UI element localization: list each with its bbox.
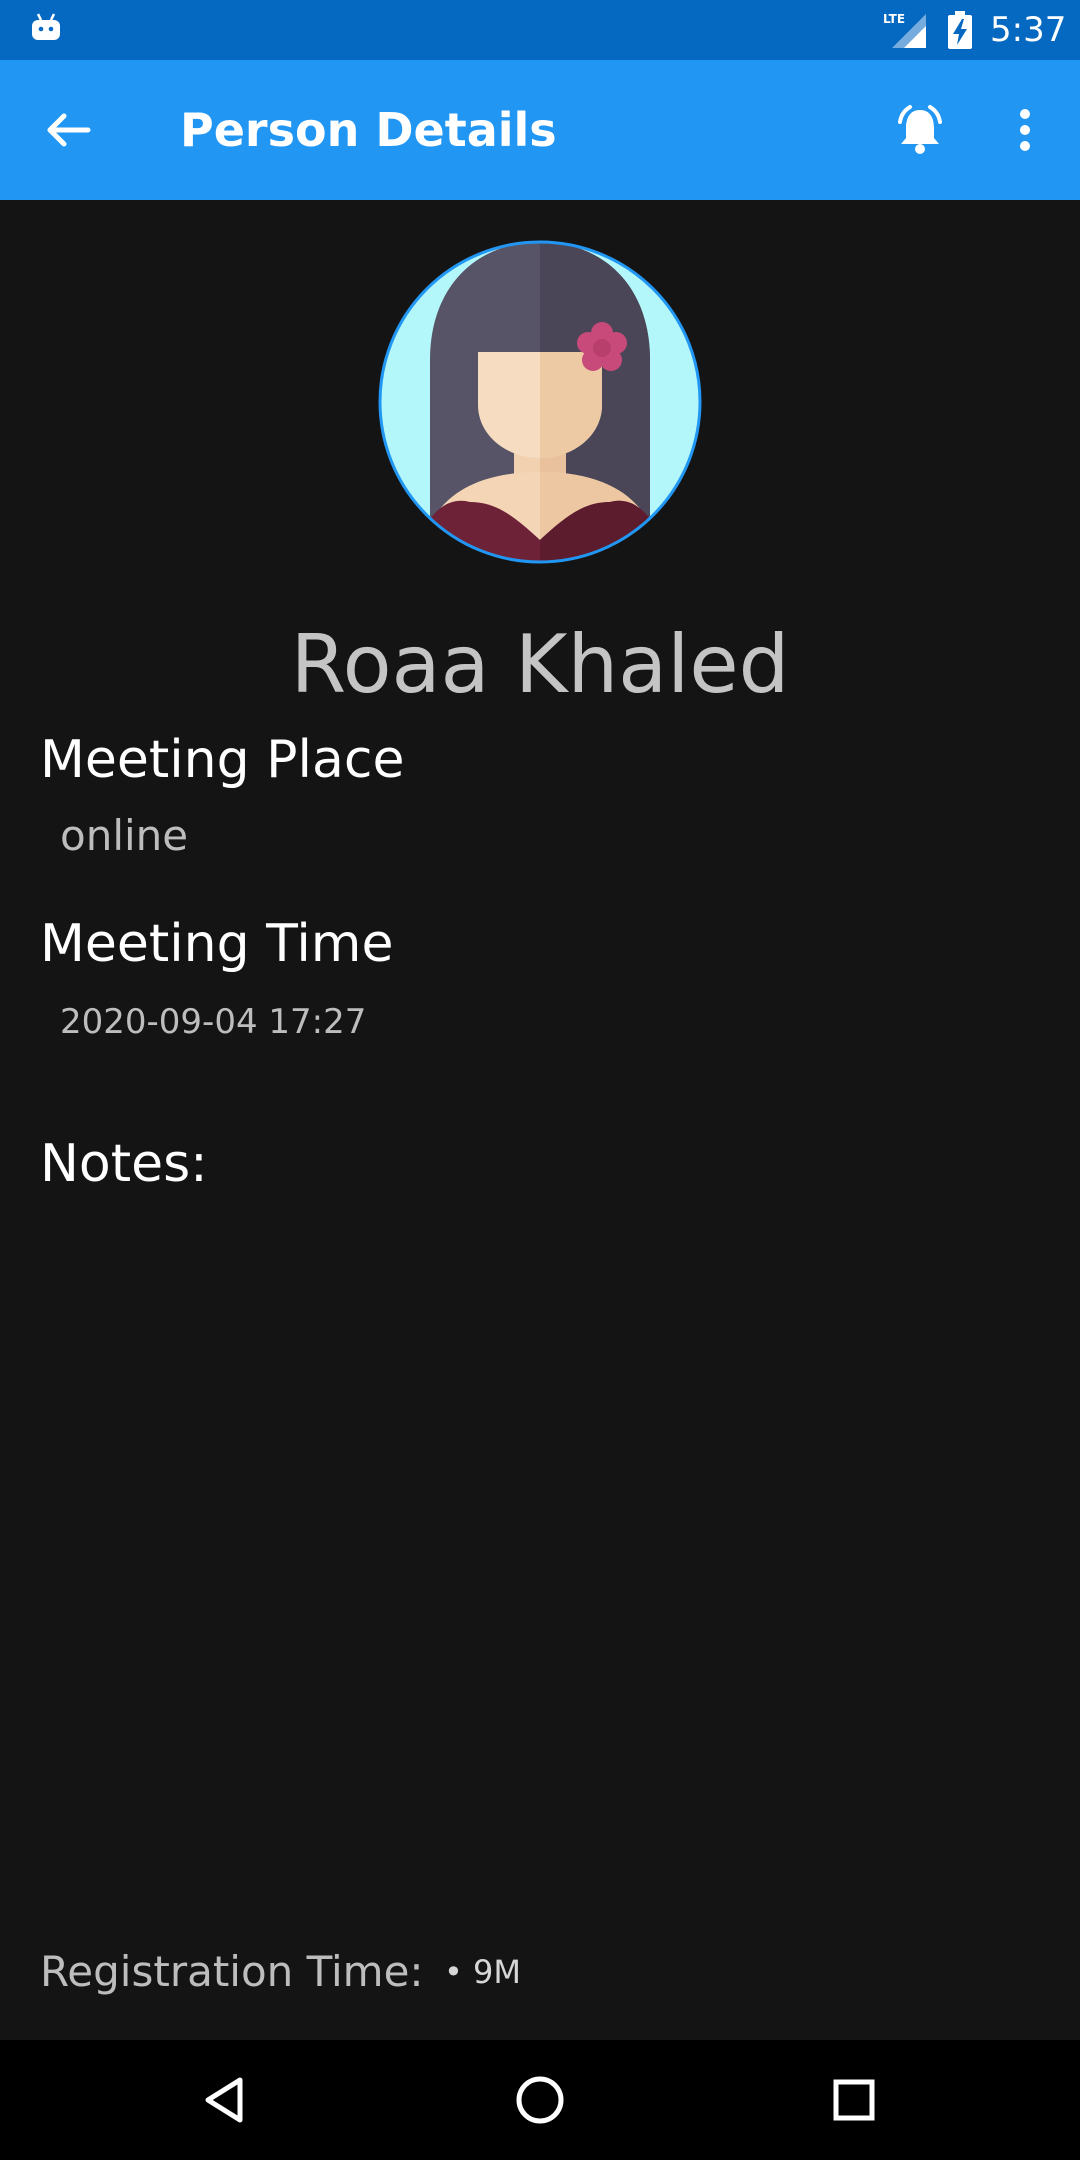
status-bar: LTE 5:37 <box>0 0 1080 60</box>
notes-label: Notes: <box>40 1134 208 1194</box>
page-title: Person Details <box>180 103 557 157</box>
nav-home-icon[interactable] <box>510 2070 570 2130</box>
svg-text:LTE: LTE <box>883 12 905 26</box>
back-button[interactable] <box>30 100 106 160</box>
meeting-time-label: Meeting Time <box>40 914 394 974</box>
arrow-left-icon <box>47 113 91 147</box>
android-notification-icon <box>32 13 60 40</box>
alarm-button[interactable] <box>890 100 950 160</box>
female-avatar-icon <box>378 240 702 564</box>
status-clock: 5:37 <box>990 10 1067 50</box>
app-bar: Person Details <box>0 60 1080 200</box>
registration-time-value: • 9M <box>444 1953 522 1991</box>
meeting-place-label: Meeting Place <box>40 730 405 790</box>
nav-back-icon[interactable] <box>196 2070 256 2130</box>
alarm-bell-icon <box>898 105 942 154</box>
system-nav-bar <box>0 2040 1080 2160</box>
person-name: Roaa Khaled <box>290 618 790 711</box>
more-options-button[interactable] <box>1000 100 1050 160</box>
meeting-time-value: 2020-09-04 17:27 <box>60 1002 367 1042</box>
battery-charging-icon <box>948 11 972 49</box>
lte-signal-icon: LTE <box>883 12 926 48</box>
more-vertical-icon <box>1020 109 1030 151</box>
meeting-place-value: online <box>60 811 189 860</box>
registration-time-label: Registration Time: <box>40 1947 424 1996</box>
nav-recents-icon[interactable] <box>824 2070 884 2130</box>
